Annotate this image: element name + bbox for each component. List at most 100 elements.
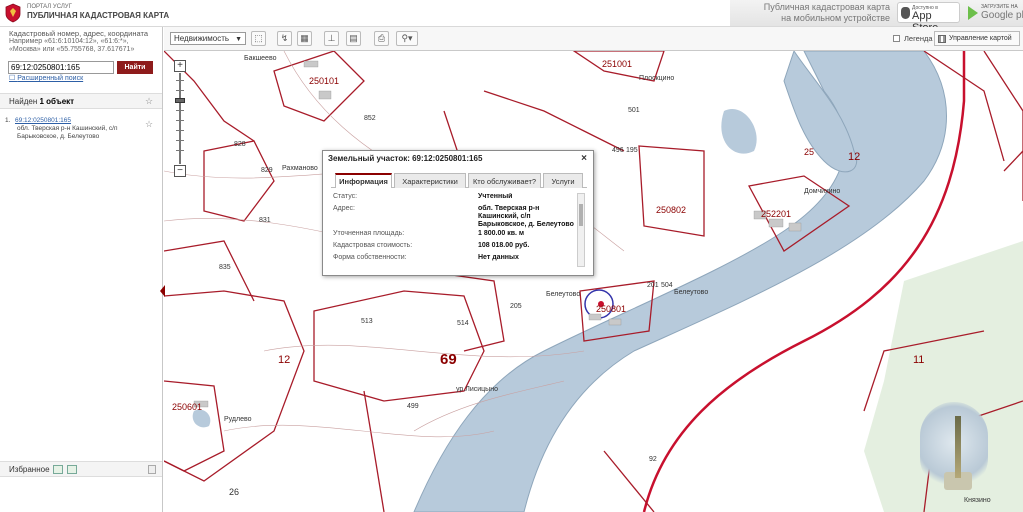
- parcel-label[interactable]: 831: [259, 217, 271, 224]
- app-store-button[interactable]: Доступно в App Store: [897, 2, 960, 34]
- info-key: Форма собственности:: [333, 254, 407, 261]
- search-hint-line-2: Например «61:6:10104:12», «61:6:*»,: [9, 38, 129, 45]
- trash-icon[interactable]: [148, 465, 156, 474]
- parcel-label[interactable]: 252201: [761, 209, 791, 219]
- result-star-icon[interactable]: ☆: [145, 119, 153, 130]
- mobile-line-1: Публичная кадастровая карта: [763, 2, 890, 12]
- parcel-label[interactable]: 201: [647, 282, 659, 289]
- layers-tool-icon[interactable]: ▤: [346, 31, 361, 46]
- parcel-label[interactable]: 496: [612, 147, 624, 154]
- parcel-label[interactable]: 250802: [656, 205, 686, 215]
- tab-characteristics[interactable]: Характеристики: [394, 173, 466, 188]
- mobile-banner-text: Публичная кадастровая карта на мобильном…: [760, 2, 890, 24]
- search-hint-line-3: «Москва» или «55.755768, 37.617671»: [9, 46, 135, 53]
- tab-information[interactable]: Информация: [335, 173, 392, 188]
- parcel-label[interactable]: 205: [510, 303, 522, 310]
- parcel-label[interactable]: 25: [804, 147, 814, 157]
- scrollbar-thumb[interactable]: [579, 204, 583, 226]
- link-tool-icon[interactable]: ⚲▾: [396, 31, 418, 46]
- popup-info-rows: Статус: Учтенный Адрес: обл. Тверская р-…: [333, 193, 579, 271]
- result-address-line-1: обл. Тверская р-н Кашинский, с/п: [17, 125, 118, 132]
- zoom-tick: [176, 140, 184, 141]
- popup-scrollbar[interactable]: [577, 193, 585, 267]
- parcel-label[interactable]: 835: [219, 264, 231, 271]
- info-key: Уточненная площадь:: [333, 230, 405, 237]
- advanced-search-link[interactable]: ☐ Расширенный поиск: [9, 74, 83, 82]
- zoom-control[interactable]: + −: [174, 60, 186, 178]
- parcel-label[interactable]: 513: [361, 318, 373, 325]
- google-play-icon: [968, 6, 978, 20]
- parcel-label[interactable]: 92: [649, 456, 657, 463]
- parcel-label[interactable]: 26: [229, 487, 239, 497]
- star-icon[interactable]: ☆: [145, 96, 153, 107]
- map-canvas[interactable]: Бакшеево Рахманово Белеутово Белеутово Д…: [164, 51, 1023, 512]
- map-control-button[interactable]: Управление картой: [934, 31, 1020, 46]
- legend-label: Легенда: [904, 34, 933, 43]
- parcel-label[interactable]: 250601: [172, 402, 202, 412]
- parcel-label[interactable]: 195: [626, 147, 638, 154]
- search-input[interactable]: [8, 61, 114, 74]
- route-icon[interactable]: ↯: [277, 31, 292, 46]
- favorites-bar: Избранное: [0, 461, 162, 477]
- print-icon[interactable]: ⎙: [374, 31, 389, 46]
- collapse-panel-icon[interactable]: [160, 285, 165, 297]
- top-header: ПОРТАЛ УСЛУГ ПУБЛИЧНАЯ КАДАСТРОВАЯ КАРТА…: [0, 0, 1023, 34]
- portal-title[interactable]: ПУБЛИЧНАЯ КАДАСТРОВАЯ КАРТА: [27, 11, 169, 20]
- google-play-button[interactable]: ЗАГРУЗИТЕ НА Google play: [965, 2, 1023, 23]
- place-label: Белеутово: [674, 289, 709, 296]
- popup-title: Земельный участок: 69:12:0250801:165: [328, 154, 483, 163]
- result-link[interactable]: 69:12:0250801:165: [9, 117, 149, 125]
- emblem-icon[interactable]: [4, 3, 22, 23]
- info-value: Нет данных: [478, 254, 519, 261]
- advanced-search-label: Расширенный поиск: [17, 75, 84, 82]
- info-value: Учтенный: [478, 193, 513, 200]
- select-pointer-icon[interactable]: ⬚: [251, 31, 266, 46]
- object-type-select[interactable]: Недвижимость ▼: [170, 32, 246, 45]
- zoom-out-button[interactable]: −: [174, 165, 186, 177]
- mobile-banner: Публичная кадастровая карта на мобильном…: [730, 0, 1023, 34]
- measure-icon[interactable]: ⊥: [324, 31, 339, 46]
- belfry-image: [955, 416, 961, 478]
- search-hint-line-1: Кадастровый номер, адрес, координата: [9, 29, 148, 38]
- mobile-line-2: на мобильном устройстве: [781, 13, 890, 23]
- parcel-label[interactable]: 829: [261, 167, 273, 174]
- result-address-line-2: Барыковское, д. Белеутово: [17, 133, 100, 140]
- favorites-export-icon[interactable]: [53, 465, 63, 474]
- place-label: ур.Лисицыно: [456, 386, 498, 393]
- found-count: Найден 1 объект: [9, 97, 74, 106]
- gplay-big-text: Google play: [981, 10, 1023, 21]
- district-label: 12: [848, 151, 861, 163]
- find-button[interactable]: Найти: [117, 61, 153, 74]
- place-label: Плоскцино: [639, 75, 675, 82]
- tab-who-serves[interactable]: Кто обслуживает?: [468, 173, 541, 188]
- list-item[interactable]: 1. 69:12:0250801:165 обл. Тверская р-н К…: [5, 117, 149, 141]
- parcel-label[interactable]: 501: [628, 107, 640, 114]
- parcel-label[interactable]: 504: [661, 282, 673, 289]
- zoom-in-button[interactable]: +: [174, 60, 186, 72]
- search-hint: Кадастровый номер, адрес, координата Нап…: [9, 30, 159, 54]
- popup-tabs: Информация Характеристики Кто обслуживае…: [331, 173, 587, 188]
- map-layer: [164, 51, 1023, 512]
- zoom-tick: [176, 150, 184, 151]
- place-label: Бакшеево: [244, 55, 277, 62]
- parcel-label[interactable]: 852: [364, 115, 376, 122]
- parcel-label[interactable]: 251001: [602, 59, 632, 69]
- favorites-import-icon[interactable]: [67, 465, 77, 474]
- place-label: Рахманово: [282, 165, 318, 172]
- parcel-label[interactable]: 250801: [596, 304, 626, 314]
- zoom-handle[interactable]: [175, 98, 185, 103]
- parcel-label[interactable]: 499: [407, 403, 419, 410]
- map-toolbar: Недвижимость ▼ ⬚ ↯ ▦ ⊥ ▤ ⎙ ⚲▾ Легенда Уп…: [164, 27, 1023, 51]
- close-icon[interactable]: ×: [581, 153, 587, 164]
- legend-checkbox[interactable]: [893, 35, 900, 42]
- identify-icon[interactable]: ▦: [297, 31, 312, 46]
- parcel-label[interactable]: 828: [234, 141, 246, 148]
- results-header: Найден 1 объект ☆: [0, 93, 162, 109]
- portal-subtitle: ПОРТАЛ УСЛУГ: [27, 4, 72, 10]
- region-label: 69: [440, 351, 457, 368]
- chevron-down-icon: ▼: [235, 36, 242, 43]
- parcel-label[interactable]: 514: [457, 320, 469, 327]
- parcel-label[interactable]: 250101: [309, 76, 339, 86]
- place-label: Домчихино: [804, 188, 841, 195]
- tab-services[interactable]: Услуги: [543, 173, 583, 188]
